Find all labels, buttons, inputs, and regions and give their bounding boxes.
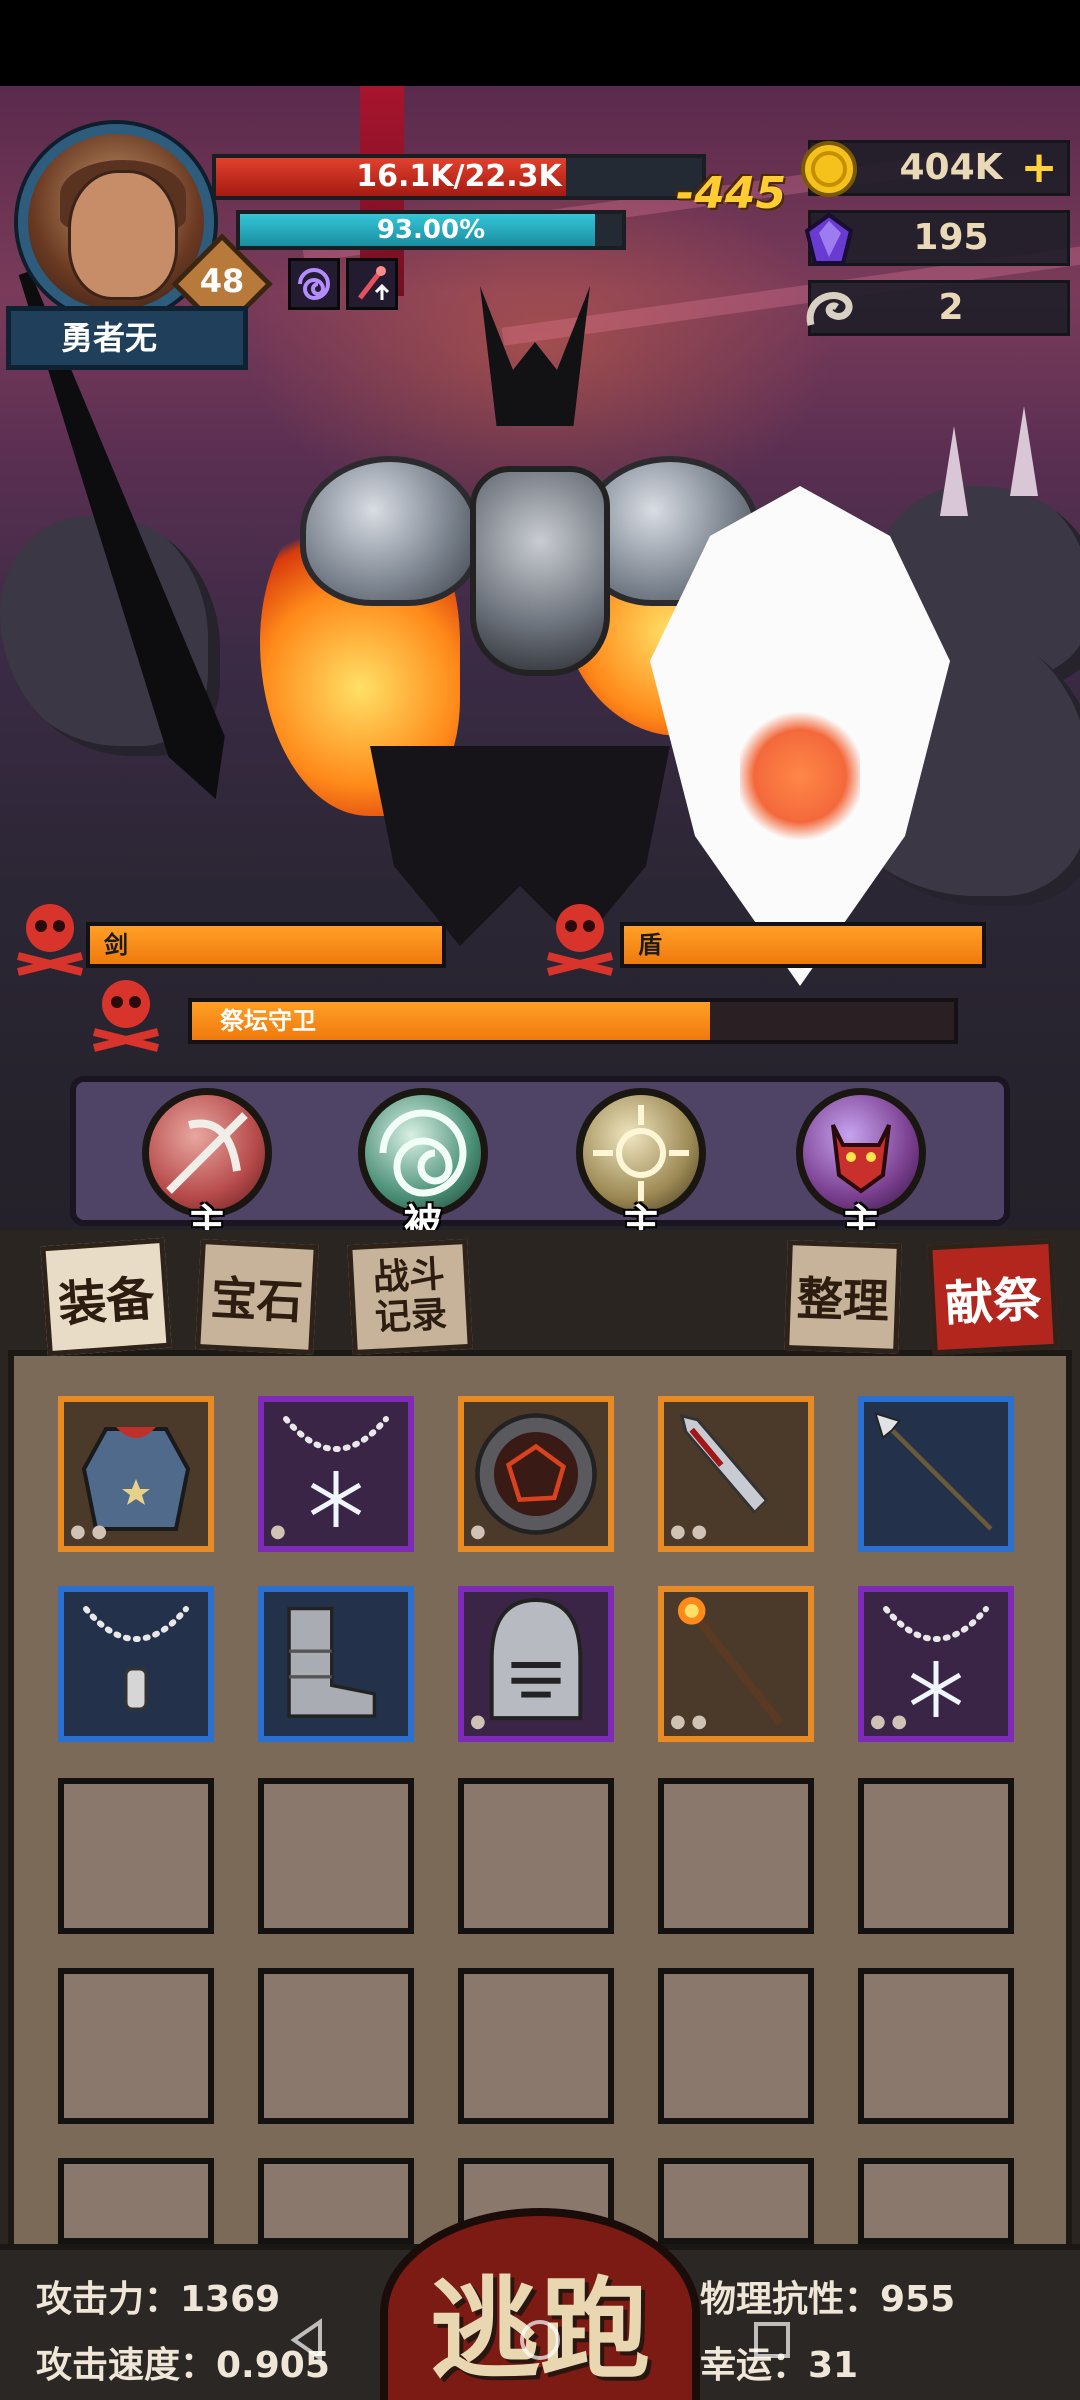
physical-resistance-stat: 物理抗性：955	[700, 2279, 956, 2320]
slot-dots: ● ●	[670, 1521, 708, 1542]
slot-dots: ●	[470, 1711, 486, 1732]
hero-face	[68, 170, 178, 300]
inventory-slot[interactable]	[58, 1586, 214, 1742]
inventory-slot[interactable]	[258, 1586, 414, 1742]
horn-value: 2	[938, 287, 964, 328]
recents-nav-icon[interactable]	[748, 2316, 796, 2364]
inventory-slot[interactable]	[858, 1396, 1014, 1552]
skull-crossbones-icon	[86, 972, 166, 1052]
enemy-hp-fill	[624, 926, 982, 964]
sacrifice-button[interactable]: 献祭	[927, 1238, 1059, 1356]
empty-inventory-slot[interactable]	[458, 1778, 614, 1934]
status-bar	[0, 0, 1080, 86]
sort-button[interactable]: 整理	[784, 1240, 902, 1354]
tab-equipment[interactable]: 装备	[40, 1237, 172, 1357]
shield-emblem	[740, 706, 860, 846]
home-nav-icon[interactable]	[516, 2316, 564, 2364]
empty-inventory-slot[interactable]	[658, 1778, 814, 1934]
inventory-slot[interactable]: ● ●	[658, 1396, 814, 1552]
damage-popup: -445	[676, 168, 787, 219]
add-gold-button[interactable]: +	[1019, 146, 1059, 190]
empty-inventory-slot[interactable]	[58, 1968, 214, 2124]
enemy-hp-bar[interactable]: 祭坛守卫	[188, 998, 958, 1044]
empty-inventory-slot[interactable]	[258, 1778, 414, 1934]
bone-spike	[1010, 406, 1038, 496]
empty-inventory-slot[interactable]	[458, 1968, 614, 2124]
skull-crossbones-icon	[540, 896, 620, 976]
empty-inventory-slot[interactable]	[658, 1968, 814, 2124]
bone-spike	[940, 426, 968, 516]
slot-dots: ● ●	[70, 1521, 108, 1542]
empty-inventory-slot[interactable]	[58, 2158, 214, 2244]
bloody-dagger-icon	[672, 1410, 800, 1538]
enemy-name: 祭坛守卫	[220, 1007, 316, 1035]
left-pauldron	[300, 456, 480, 606]
enemy-hp-fill	[90, 926, 442, 964]
inventory-slot[interactable]: ● ●	[858, 1586, 1014, 1742]
hero-level: 48	[199, 262, 245, 300]
slot-dots: ●	[270, 1521, 286, 1542]
back-nav-icon[interactable]	[284, 2316, 332, 2364]
gold-coin-icon	[797, 137, 861, 201]
staff-upgrade-buff-icon[interactable]	[346, 258, 398, 310]
hero-hp-bar: 16.1K/22.3K	[212, 154, 706, 200]
gold-value: 404K	[899, 147, 1003, 188]
inventory-slot[interactable]: ●	[458, 1396, 614, 1552]
snowflake-necklace-icon	[872, 1600, 1000, 1728]
crystal-value: 195	[913, 217, 989, 258]
ram-horn-icon	[797, 277, 861, 341]
horn-counter: 2	[806, 280, 1070, 336]
hero-name: 勇者无	[6, 306, 248, 370]
iron-boots-icon	[272, 1600, 400, 1728]
empty-inventory-slot[interactable]	[858, 2158, 1014, 2244]
mp-text: 93.00%	[376, 215, 486, 245]
slot-dots: ● ●	[870, 1711, 908, 1732]
shadow-horn	[480, 286, 590, 426]
attack-stat: 攻击力：1369	[36, 2279, 281, 2320]
lava-shield-icon	[472, 1410, 600, 1538]
hero-mp-bar: 93.00%	[236, 210, 626, 250]
enemy-name: 盾	[638, 931, 662, 959]
shadow-skirt	[370, 746, 670, 946]
pendant-necklace-icon	[72, 1600, 200, 1728]
empty-inventory-slot[interactable]	[258, 2158, 414, 2244]
enemy-hp-bar[interactable]: 盾	[620, 922, 986, 968]
inventory-slot[interactable]: ● ●	[58, 1396, 214, 1552]
hp-text: 16.1K/22.3K	[356, 159, 562, 194]
empty-inventory-slot[interactable]	[58, 1778, 214, 1934]
knight-helmet-icon	[472, 1598, 600, 1728]
enemy-name: 剑	[104, 931, 128, 959]
enemy-hp-bar[interactable]: 剑	[86, 922, 446, 968]
slot-dots: ●	[470, 1521, 486, 1542]
snowflake-necklace-icon	[272, 1410, 400, 1538]
coat-armor-icon	[72, 1410, 200, 1538]
inventory-slot[interactable]: ●	[258, 1396, 414, 1552]
chest-plate	[470, 466, 610, 676]
inventory-slot[interactable]: ● ●	[658, 1586, 814, 1742]
crystal-counter: 195	[804, 210, 1070, 266]
skull-crossbones-icon	[10, 896, 90, 976]
fire-staff-icon	[672, 1597, 800, 1728]
tab-battle-log[interactable]: 战斗记录	[347, 1238, 473, 1356]
empty-inventory-slot[interactable]	[658, 2158, 814, 2244]
empty-inventory-slot[interactable]	[258, 1968, 414, 2124]
vortex-buff-icon[interactable]	[288, 258, 340, 310]
spear-icon	[872, 1410, 1000, 1538]
purple-crystal-icon	[797, 207, 861, 271]
slot-dots: ● ●	[670, 1711, 708, 1732]
tab-gems[interactable]: 宝石	[195, 1238, 319, 1356]
empty-inventory-slot[interactable]	[858, 1968, 1014, 2124]
gold-counter: 404K +	[801, 140, 1070, 197]
inventory-slot[interactable]: ●	[458, 1586, 614, 1742]
empty-inventory-slot[interactable]	[858, 1778, 1014, 1934]
